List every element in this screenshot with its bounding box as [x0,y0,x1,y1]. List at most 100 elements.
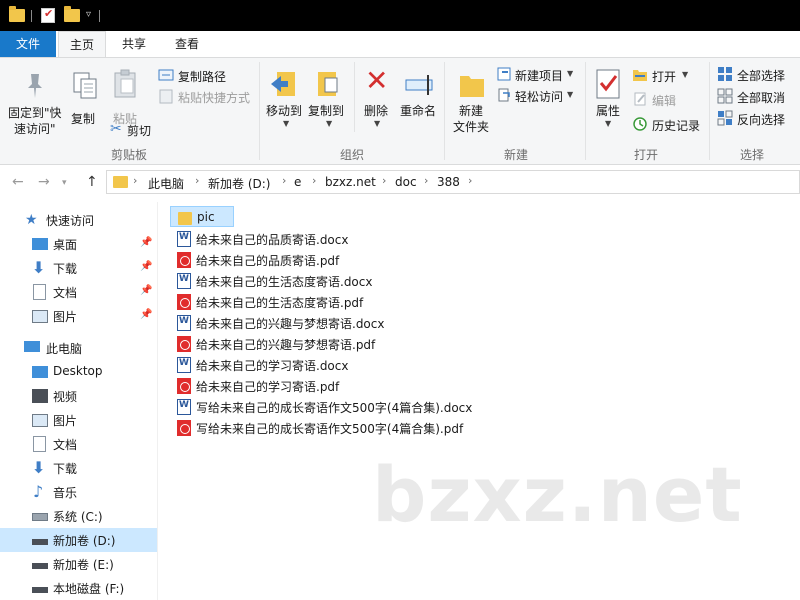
open-button[interactable]: 打开 ▼ [632,67,696,85]
tab-home[interactable]: 主页 [58,31,106,58]
group-divider [354,62,355,132]
file-row[interactable]: 给未来自己的生活态度寄语.pdf [170,291,470,312]
pin-icon[interactable]: 📌 [140,285,152,296]
select-all-label: 全部选择 [737,69,786,83]
copy-path-label: 复制路径 [178,70,227,84]
nav-documents-pinned[interactable]: 文档 📌 [0,280,157,304]
nav-desktop-pinned[interactable]: 桌面 📌 [0,232,157,256]
invert-selection-label: 反向选择 [737,113,786,127]
folder-row[interactable]: pic [170,206,234,227]
cut-button[interactable]: ✂ 剪切 [110,121,160,139]
breadcrumb-separator-icon[interactable]: › [282,174,286,187]
file-name: 给未来自己的兴趣与梦想寄语.pdf [196,338,376,352]
breadcrumb-separator-icon[interactable]: › [133,174,137,187]
copy-to-button[interactable]: 复制到 ▼ [306,66,350,134]
back-arrow-icon[interactable]: ← [12,174,24,190]
tab-view[interactable]: 查看 [164,31,210,57]
rename-icon [405,75,433,95]
select-group-label: 选择 [739,148,764,162]
new-folder-button[interactable]: 新建 文件夹 [450,66,494,142]
properties-quick-icon[interactable] [41,7,55,23]
breadcrumb-separator-icon[interactable]: › [382,174,386,187]
nav-downloads[interactable]: ⬇ 下载 [0,456,157,480]
new-folder-quick-icon[interactable] [64,6,80,22]
pin-icon[interactable]: 📌 [140,261,152,272]
file-row[interactable]: 给未来自己的兴趣与梦想寄语.docx [170,312,470,333]
select-all-button[interactable]: 全部选择 [717,66,797,84]
tab-file[interactable]: 文件 [0,31,56,57]
breadcrumb-this-pc[interactable]: 此电脑 [148,175,184,192]
nav-music[interactable]: ♪ 音乐 [0,480,157,504]
nav-pictures[interactable]: 图片 [0,408,157,432]
nav-downloads-pinned[interactable]: ⬇ 下载 📌 [0,256,157,280]
move-to-button[interactable]: 移动到 ▼ [264,66,306,134]
customize-toolbar-chevron-icon[interactable]: ▿ [86,9,91,26]
move-to-chevron-icon: ▼ [283,119,290,128]
file-name: 写给未来自己的成长寄语作文500字(4篇合集).docx [196,401,473,415]
edit-button[interactable]: 编辑 [632,91,696,109]
nav-drive-d[interactable]: 新加卷 (D:) [0,528,157,552]
easy-access-button[interactable]: 轻松访问 ▼ [496,87,580,105]
select-none-button[interactable]: 全部取消 [717,88,797,106]
video-icon [32,389,48,403]
delete-button[interactable]: ✕ 删除 ▼ [360,64,394,134]
breadcrumb-separator-icon[interactable]: › [424,174,428,187]
nav-label: 下载 [53,262,78,276]
copy-button[interactable]: 复制 [66,66,104,136]
nav-desktop[interactable]: Desktop [0,360,157,384]
nav-documents[interactable]: 文档 [0,432,157,456]
file-row[interactable]: 写给未来自己的成长寄语作文500字(4篇合集).docx [170,396,500,417]
up-arrow-icon[interactable]: ↑ [86,174,98,190]
breadcrumb-bzxz[interactable]: bzxz.net [325,175,376,189]
paste-shortcut-button[interactable]: 粘贴快捷方式 [158,88,258,106]
file-row[interactable]: 给未来自己的品质寄语.docx [170,228,470,249]
paste-button[interactable]: 粘贴 [106,66,146,126]
breadcrumb-separator-icon[interactable]: › [312,174,316,187]
file-row[interactable]: 给未来自己的学习寄语.pdf [170,375,470,396]
nav-quick-access[interactable]: ★ 快速访问 [0,208,157,232]
nav-pictures-pinned[interactable]: 图片 📌 [0,304,157,328]
rename-label: 重命名 [400,104,437,118]
open-label: 打开 [652,70,677,84]
file-row[interactable]: 给未来自己的生活态度寄语.docx [170,270,470,291]
file-row[interactable]: 写给未来自己的成长寄语作文500字(4篇合集).pdf [170,417,500,438]
history-icon [633,117,647,131]
nav-videos[interactable]: 视频 [0,384,157,408]
nav-drive-f[interactable]: 本地磁盘 (F:) [0,576,157,600]
file-name: 给未来自己的品质寄语.docx [196,233,349,247]
rename-button[interactable]: 重命名 [398,66,442,122]
file-row[interactable]: 给未来自己的品质寄语.pdf [170,249,470,270]
properties-button[interactable]: 属性 ▼ [590,66,628,134]
file-row[interactable]: 给未来自己的兴趣与梦想寄语.pdf [170,333,470,354]
breadcrumb-e[interactable]: e [294,175,301,189]
breadcrumb-388[interactable]: 388 [437,175,460,189]
properties-label: 属性 [596,104,621,118]
document-icon [33,436,46,452]
new-item-button[interactable]: 新建项目 ▼ [496,66,580,84]
breadcrumb-drive-d[interactable]: 新加卷 (D:) [208,175,270,192]
address-bar[interactable]: › 此电脑 › 新加卷 (D:) › e › bzxz.net › doc › … [106,170,800,194]
pin-icon[interactable]: 📌 [140,309,152,320]
easy-access-label: 轻松访问 [515,90,564,104]
paste-icon [114,69,136,98]
pin-icon[interactable]: 📌 [140,237,152,248]
pin-label-1: 固定到"快 [8,106,62,120]
nav-drive-e[interactable]: 新加卷 (E:) [0,552,157,576]
tab-share[interactable]: 共享 [112,31,156,57]
copy-path-button[interactable]: 复制路径 [158,67,258,85]
breadcrumb-separator-icon[interactable]: › [195,174,199,187]
file-row[interactable]: 给未来自己的学习寄语.docx [170,354,470,375]
forward-arrow-icon[interactable]: → [38,174,50,190]
recent-locations-chevron-icon[interactable]: ▾ [62,178,67,188]
nav-this-pc[interactable]: 此电脑 [0,336,157,360]
document-icon [33,284,46,300]
breadcrumb-doc[interactable]: doc [395,175,417,189]
download-arrow-icon: ⬇ [32,258,46,277]
invert-selection-button[interactable]: 反向选择 [717,110,797,128]
pin-quick-access-button[interactable]: 固定到"快 速访问" [4,66,66,136]
history-button[interactable]: 历史记录 [632,116,710,134]
breadcrumb-separator-icon[interactable]: › [468,174,472,187]
nav-drive-c[interactable]: 系统 (C:) [0,504,157,528]
new-item-chevron-icon: ▼ [567,69,574,78]
ribbon-tabs: 文件 主页 共享 查看 [0,31,800,58]
